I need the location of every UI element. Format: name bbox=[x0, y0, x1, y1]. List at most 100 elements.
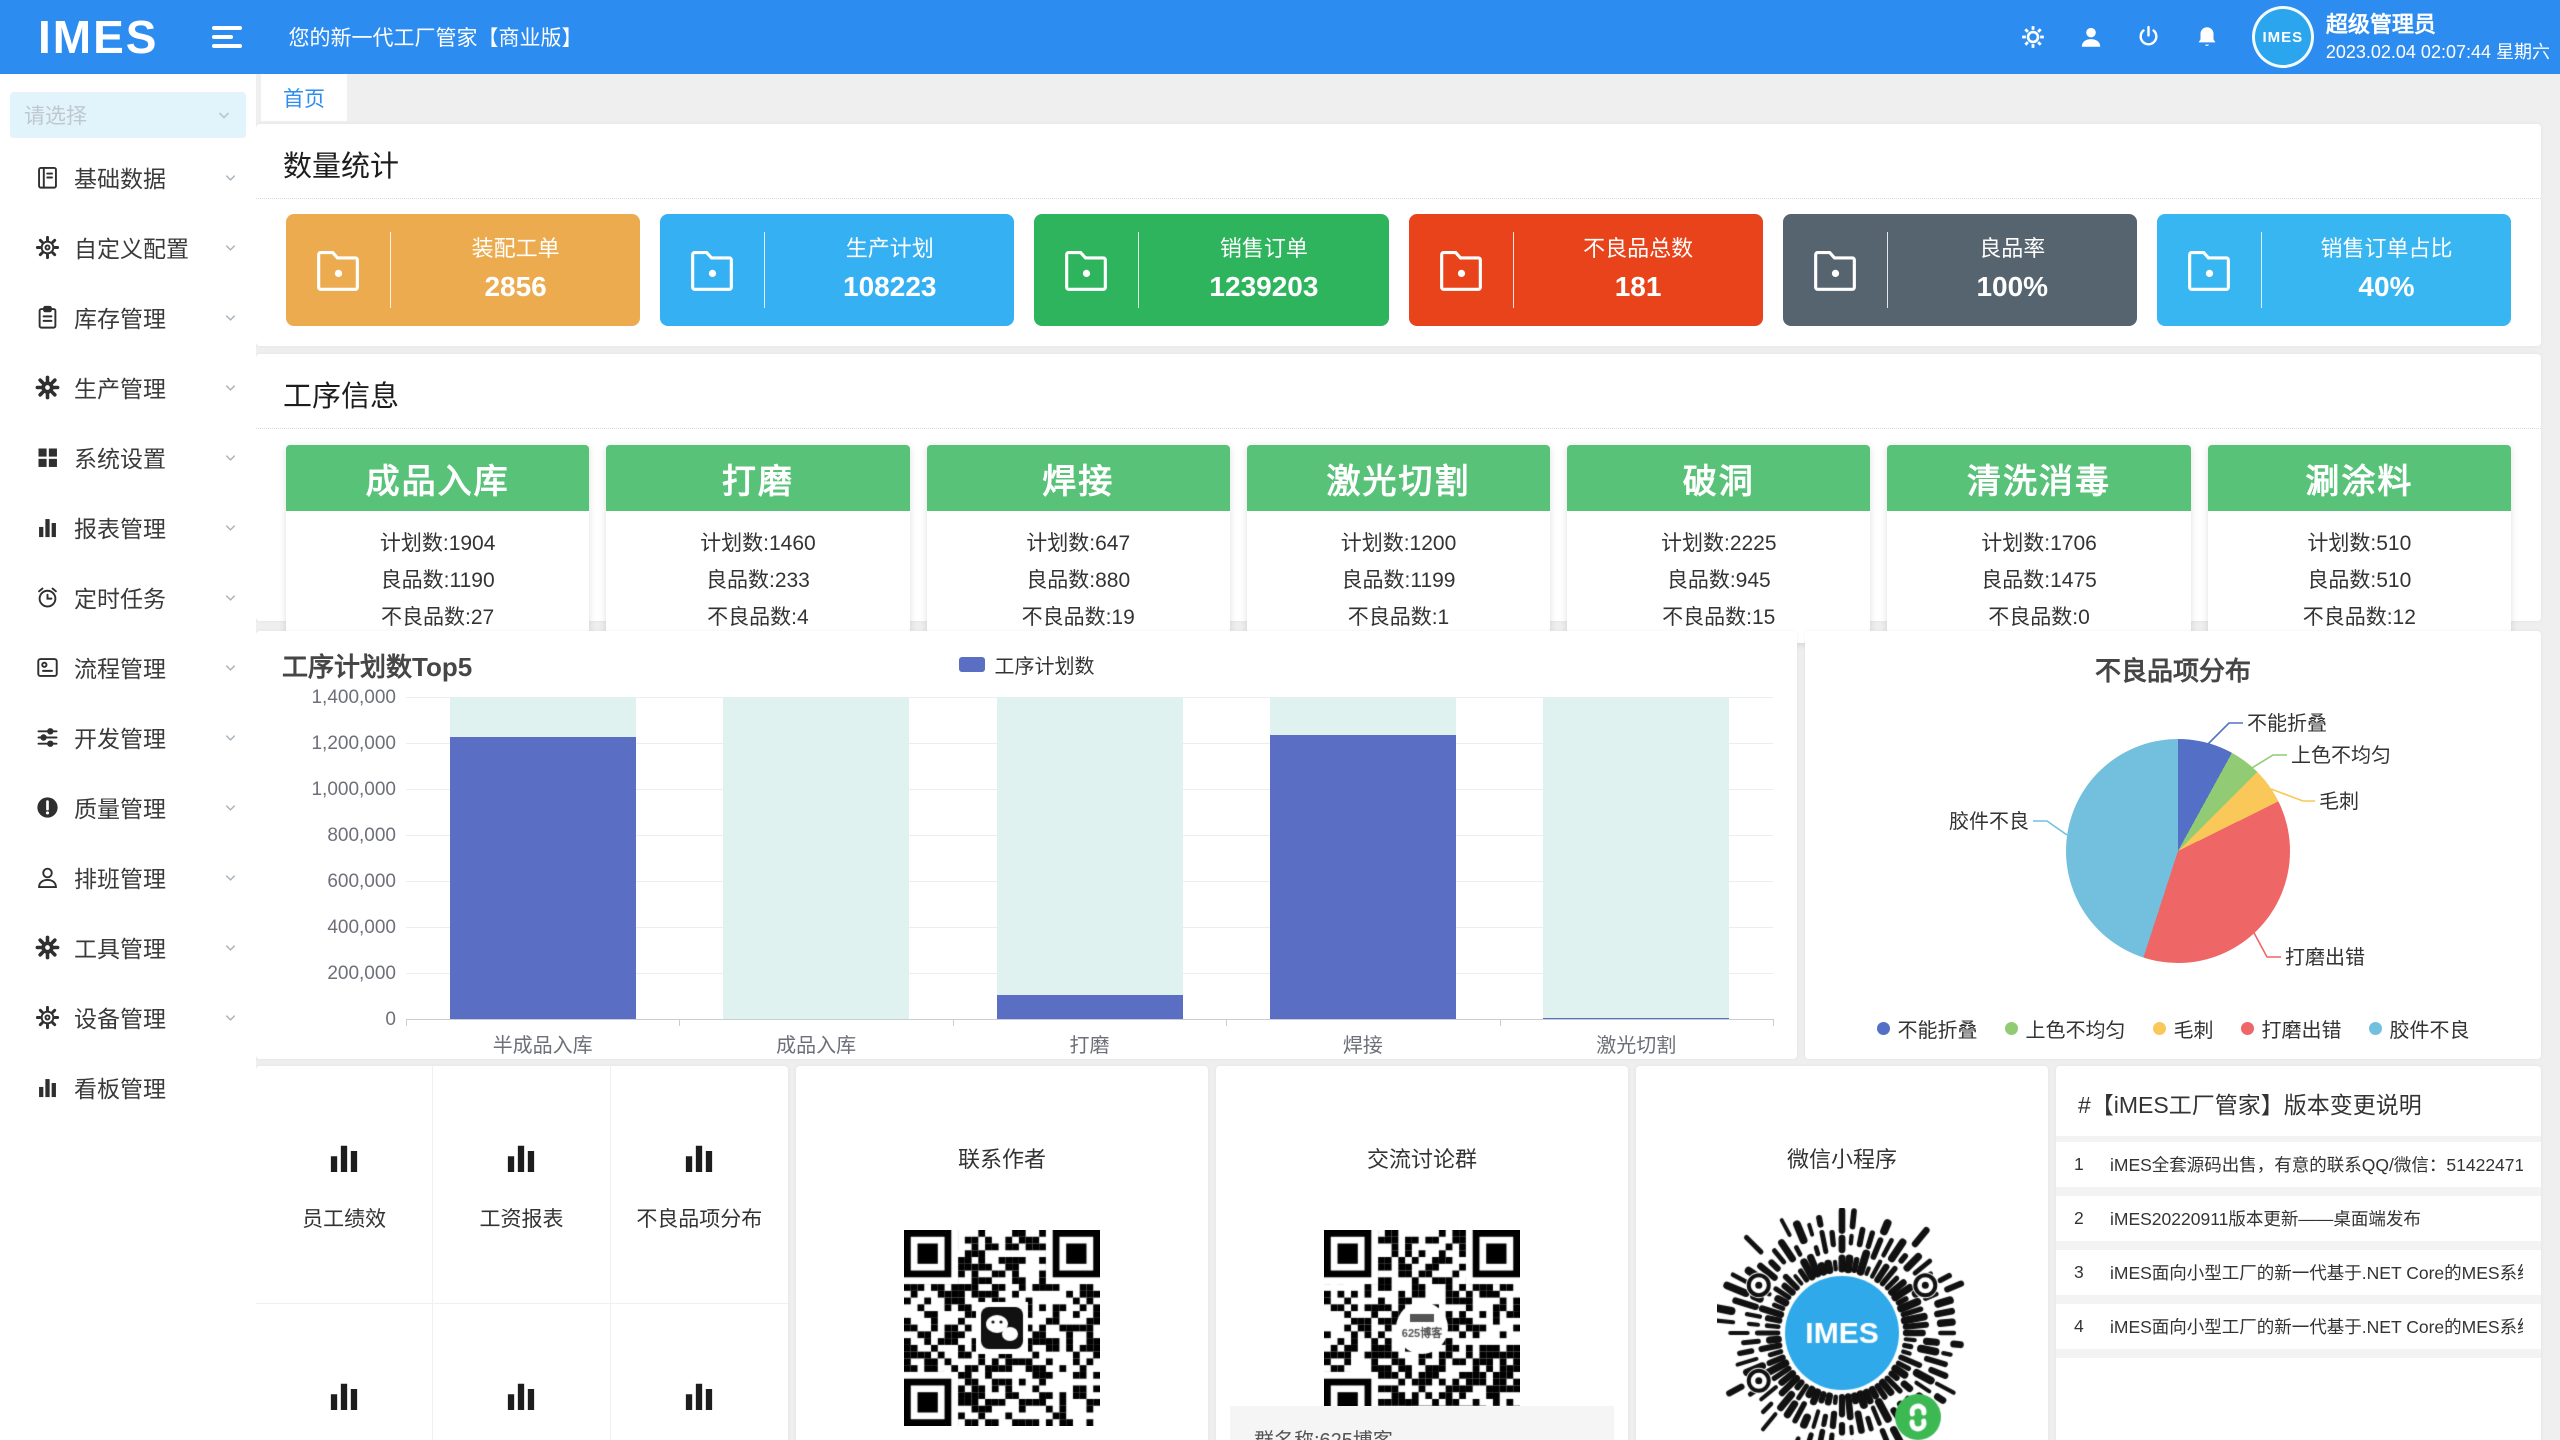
sidebar-menu-item[interactable]: 质量管理 bbox=[0, 772, 256, 842]
tabbar: 首页 bbox=[256, 74, 2560, 121]
sidebar-menu-item[interactable]: 系统设置 bbox=[0, 422, 256, 492]
process-good: 良品数:880 bbox=[927, 564, 1230, 594]
legend-label: 打磨出错 bbox=[2262, 1014, 2342, 1043]
report-shortcut[interactable]: 工资报表 bbox=[433, 1066, 610, 1304]
x-axis-label: 半成品入库 bbox=[406, 1029, 679, 1058]
stat-card: 生产计划 108223 bbox=[660, 214, 1014, 326]
sidebar-menu-item[interactable]: 报表管理 bbox=[0, 492, 256, 562]
brand-logo: IMES bbox=[38, 10, 158, 64]
menu-item-label: 质量管理 bbox=[74, 790, 166, 824]
process-stats: 计划数:1706 良品数:1475 不良品数:0 bbox=[1887, 511, 2190, 643]
process-stats: 计划数:2225 良品数:945 不良品数:15 bbox=[1567, 511, 1870, 643]
settings-icon[interactable] bbox=[2020, 24, 2046, 50]
process-bad: 不良品数:12 bbox=[2208, 601, 2511, 631]
stat-cards: 装配工单 2856 生产计划 108223 销售订单 1239203 不良品总数… bbox=[256, 199, 2541, 326]
qr-author-title: 联系作者 bbox=[796, 1066, 1208, 1174]
pie-legend-item[interactable]: 上色不均匀 bbox=[2005, 1014, 2126, 1043]
tab-home[interactable]: 首页 bbox=[261, 74, 347, 121]
report-shortcut[interactable]: 员工绩效 bbox=[256, 1066, 433, 1304]
changelog-row[interactable]: 2 iMES20220911版本更新——桌面端发布 bbox=[2056, 1196, 2541, 1250]
pie-legend-item[interactable]: 打磨出错 bbox=[2241, 1014, 2342, 1043]
pie-legend-item[interactable]: 胶件不良 bbox=[2369, 1014, 2470, 1043]
process-good: 良品数:1475 bbox=[1887, 564, 2190, 594]
sidebar-select[interactable]: 请选择 bbox=[10, 92, 246, 138]
report-shortcut[interactable]: 不良品项汇总 bbox=[256, 1304, 433, 1440]
report-shortcut[interactable]: 生产报表 bbox=[433, 1304, 610, 1440]
process-card: 破洞 计划数:2225 良品数:945 不良品数:15 bbox=[1567, 445, 1870, 643]
changelog-title: #【iMES工厂管家】版本变更说明 bbox=[2056, 1066, 2541, 1142]
sidebar-menu-item[interactable]: 库存管理 bbox=[0, 282, 256, 352]
report-shortcut[interactable]: 产量统计 bbox=[611, 1304, 788, 1440]
sidebar-menu-item[interactable]: 开发管理 bbox=[0, 702, 256, 772]
sidebar-menu-item[interactable]: 基础数据 bbox=[0, 142, 256, 212]
process-bad: 不良品数:27 bbox=[286, 601, 589, 631]
menu-item-icon bbox=[34, 304, 61, 331]
avatar[interactable]: IMES bbox=[2252, 6, 2314, 68]
card-text: 销售订单 1239203 bbox=[1139, 235, 1388, 305]
sidebar-menu-item[interactable]: 看板管理 bbox=[0, 1052, 256, 1122]
qr-miniprogram-panel: 微信小程序 bbox=[1636, 1066, 2048, 1440]
menu-item-label: 排班管理 bbox=[74, 860, 166, 894]
bell-icon[interactable] bbox=[2194, 24, 2220, 50]
report-shortcut[interactable]: 不良品项分布 bbox=[611, 1066, 788, 1304]
legend-label: 毛刺 bbox=[2174, 1014, 2214, 1043]
sidebar-menu-item[interactable]: 排班管理 bbox=[0, 842, 256, 912]
chevron-down-icon bbox=[223, 520, 238, 535]
process-stats: 计划数:647 良品数:880 不良品数:19 bbox=[927, 511, 1230, 643]
user-icon[interactable] bbox=[2078, 24, 2104, 50]
chevron-down-icon bbox=[223, 170, 238, 185]
pie-legend-item[interactable]: 不能折叠 bbox=[1877, 1014, 1978, 1043]
sidebar-menu-item[interactable]: 工具管理 bbox=[0, 912, 256, 982]
stat-label: 销售订单占比 bbox=[2262, 235, 2511, 264]
menu-item-label: 库存管理 bbox=[74, 300, 166, 334]
menu-item-label: 定时任务 bbox=[74, 580, 166, 614]
menu-item-label: 自定义配置 bbox=[74, 230, 189, 264]
process-card: 打磨 计划数:1460 良品数:233 不良品数:4 bbox=[606, 445, 909, 643]
menu-item-label: 看板管理 bbox=[74, 1070, 166, 1104]
pie-chart-panel: 不良品项分布 不能折叠 上色不均匀 毛刺 打磨出错 胶件不良 不能折叠 上色 bbox=[1805, 631, 2541, 1059]
menu-item-icon bbox=[34, 514, 61, 541]
menu-item-label: 基础数据 bbox=[74, 160, 166, 194]
select-placeholder: 请选择 bbox=[24, 100, 87, 130]
process-name: 成品入库 bbox=[286, 445, 589, 511]
sidebar-menu-item[interactable]: 自定义配置 bbox=[0, 212, 256, 282]
power-icon[interactable] bbox=[2136, 24, 2162, 50]
process-name: 破洞 bbox=[1567, 445, 1870, 511]
changelog-row[interactable]: 3 iMES面向小型工厂的新一代基于.NET Core的MES系统__移动端 bbox=[2056, 1250, 2541, 1304]
process-panel: 工序信息 成品入库 计划数:1904 良品数:1190 不良品数:27 打磨 计… bbox=[256, 354, 2541, 621]
y-tick-label: 1,200,000 bbox=[256, 733, 396, 755]
process-card: 焊接 计划数:647 良品数:880 不良品数:19 bbox=[927, 445, 1230, 643]
pie-legend-item[interactable]: 毛刺 bbox=[2153, 1014, 2214, 1043]
changelog-row[interactable]: 4 iMES面向小型工厂的新一代基于.NET Core的MES系统__PC端 bbox=[2056, 1304, 2541, 1358]
sidebar-menu-item[interactable]: 生产管理 bbox=[0, 352, 256, 422]
process-card: 涮涂料 计划数:510 良品数:510 不良品数:12 bbox=[2208, 445, 2511, 643]
changelog-list: 1 iMES全套源码出售，有意的联系QQ/微信：514224717 2 iMES… bbox=[2056, 1142, 2541, 1358]
sidebar-menu-item[interactable]: 定时任务 bbox=[0, 562, 256, 632]
chevron-down-icon bbox=[223, 1010, 238, 1025]
changelog-row[interactable]: 1 iMES全套源码出售，有意的联系QQ/微信：514224717 bbox=[2056, 1142, 2541, 1196]
menu-item-icon bbox=[34, 444, 61, 471]
menu-item-icon bbox=[34, 724, 61, 751]
qr-group-panel: 交流讨论群 群名称:625博客 群 号:200884004 bbox=[1216, 1066, 1628, 1440]
qr-group-title: 交流讨论群 bbox=[1216, 1066, 1628, 1174]
process-plan: 计划数:647 bbox=[927, 527, 1230, 557]
process-stats: 计划数:510 良品数:510 不良品数:12 bbox=[2208, 511, 2511, 643]
changelog-num: 3 bbox=[2074, 1262, 2110, 1283]
folder-icon bbox=[660, 241, 764, 299]
chevron-down-icon bbox=[223, 800, 238, 815]
menu-item-icon bbox=[34, 794, 61, 821]
process-plan: 计划数:1200 bbox=[1247, 527, 1550, 557]
sidebar-menu-item[interactable]: 设备管理 bbox=[0, 982, 256, 1052]
process-stats: 计划数:1460 良品数:233 不良品数:4 bbox=[606, 511, 909, 643]
menu-toggle-icon[interactable] bbox=[212, 21, 242, 53]
qr-miniprogram-title: 微信小程序 bbox=[1636, 1066, 2048, 1174]
menu-item-icon bbox=[34, 584, 61, 611]
main-content: 数量统计 装配工单 2856 生产计划 108223 销售订单 1239203 bbox=[256, 121, 2560, 1440]
folder-icon bbox=[1034, 241, 1138, 299]
chevron-down-icon bbox=[223, 940, 238, 955]
stat-card: 不良品总数 181 bbox=[1409, 214, 1763, 326]
process-section-title: 工序信息 bbox=[256, 354, 2541, 429]
stat-card: 良品率 100% bbox=[1783, 214, 2137, 326]
pie-label: 胶件不良 bbox=[1949, 810, 2029, 833]
sidebar-menu-item[interactable]: 流程管理 bbox=[0, 632, 256, 702]
